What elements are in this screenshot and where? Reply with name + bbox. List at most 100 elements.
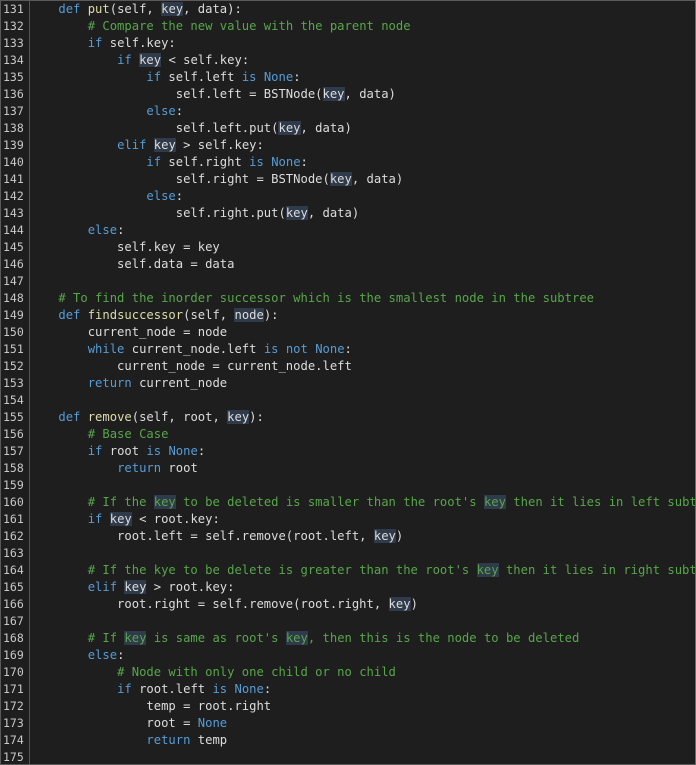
code-line[interactable]: 142 else: xyxy=(1,188,695,205)
code-keyword: is xyxy=(241,70,257,84)
line-number: 137 xyxy=(3,104,24,118)
line-number: 140 xyxy=(3,155,24,169)
code-keyword: None xyxy=(263,70,294,84)
code-line[interactable]: 172 temp = root.right xyxy=(1,698,695,715)
code-keyword: elif xyxy=(87,580,118,594)
line-number: 147 xyxy=(3,274,24,288)
code-token: : xyxy=(175,104,184,118)
code-line[interactable]: 171 if root.left is None: xyxy=(1,681,695,698)
code-text: current_node = node xyxy=(29,324,227,341)
code-line[interactable]: 136 self.left = BSTNode(key, data) xyxy=(1,86,695,103)
code-line[interactable]: 157 if root is None: xyxy=(1,443,695,460)
code-comment: # Compare the new value with the parent … xyxy=(87,19,411,33)
code-line[interactable]: 168 # If key is same as root's key, then… xyxy=(1,630,695,647)
code-line[interactable]: 131 def put(self, key, data): xyxy=(1,1,695,18)
code-text: current_node = current_node.left xyxy=(29,358,352,375)
code-token: temp = root.right xyxy=(29,699,272,713)
code-line[interactable]: 174 return temp xyxy=(1,732,695,749)
code-function-name: remove xyxy=(87,410,132,424)
code-token: self.left xyxy=(161,70,242,84)
code-token: root.right = self.remove(root.right, xyxy=(29,597,389,611)
code-token: , data): xyxy=(183,2,242,16)
code-line[interactable]: 150 current_node = node xyxy=(1,324,695,341)
line-number: 164 xyxy=(3,563,24,577)
code-text: def remove(self, root, key): xyxy=(29,409,264,426)
code-line[interactable]: 146 self.data = data xyxy=(1,256,695,273)
line-number: 144 xyxy=(3,223,24,237)
code-line[interactable]: 169 else: xyxy=(1,647,695,664)
code-line[interactable]: 132 # Compare the new value with the par… xyxy=(1,18,695,35)
code-line[interactable]: 163 xyxy=(1,545,695,562)
code-line[interactable]: 153 return current_node xyxy=(1,375,695,392)
code-text: if self.right is None: xyxy=(29,154,308,171)
code-token: key xyxy=(161,2,184,16)
code-text: self.right.put(key, data) xyxy=(29,205,359,222)
code-line[interactable]: 141 self.right = BSTNode(key, data) xyxy=(1,171,695,188)
code-token: (self, xyxy=(183,308,235,322)
code-line[interactable]: 167 xyxy=(1,613,695,630)
code-line[interactable]: 158 return root xyxy=(1,460,695,477)
code-text: elif key > self.key: xyxy=(29,137,264,154)
code-line[interactable]: 159 xyxy=(1,477,695,494)
code-keyword: else xyxy=(87,648,118,662)
code-line[interactable]: 147 xyxy=(1,273,695,290)
code-line[interactable]: 140 if self.right is None: xyxy=(1,154,695,171)
code-text: # If the kye to be delete is greater tha… xyxy=(29,562,695,579)
code-line[interactable]: 164 # If the kye to be delete is greater… xyxy=(1,562,695,579)
code-line[interactable]: 135 if self.left is None: xyxy=(1,69,695,86)
line-number: 139 xyxy=(3,138,24,152)
code-token: : xyxy=(300,155,308,169)
line-number: 156 xyxy=(3,427,24,441)
code-token: : xyxy=(175,189,184,203)
code-line[interactable]: 144 else: xyxy=(1,222,695,239)
code-token: (self, root, xyxy=(131,410,228,424)
code-line[interactable]: 170 # Node with only one child or no chi… xyxy=(1,664,695,681)
code-line[interactable]: 143 self.right.put(key, data) xyxy=(1,205,695,222)
code-line[interactable]: 166 root.right = self.remove(root.right,… xyxy=(1,596,695,613)
code-keyword: if xyxy=(146,155,162,169)
code-keyword: if xyxy=(87,444,103,458)
code-line[interactable]: 134 if key < self.key: xyxy=(1,52,695,69)
code-line[interactable]: 138 self.left.put(key, data) xyxy=(1,120,695,137)
code-keyword: None xyxy=(234,682,264,696)
code-line[interactable]: 139 elif key > self.key: xyxy=(1,137,695,154)
line-number: 145 xyxy=(3,240,24,254)
code-token: self.left = BSTNode( xyxy=(29,87,323,101)
code-text: def put(self, key, data): xyxy=(29,1,242,18)
code-line[interactable]: 145 self.key = key xyxy=(1,239,695,256)
code-line[interactable]: 148 # To find the inorder successor whic… xyxy=(1,290,695,307)
code-line[interactable]: 156 # Base Case xyxy=(1,426,695,443)
code-line[interactable]: 152 current_node = current_node.left xyxy=(1,358,695,375)
code-line[interactable]: 155 def remove(self, root, key): xyxy=(1,409,695,426)
code-text: return temp xyxy=(29,732,227,749)
code-line[interactable]: 160 # If the key to be deleted is smalle… xyxy=(1,494,695,511)
code-line[interactable]: 165 elif key > root.key: xyxy=(1,579,695,596)
code-line[interactable]: 173 root = None xyxy=(1,715,695,732)
code-line[interactable]: 154 xyxy=(1,392,695,409)
code-line[interactable]: 137 else: xyxy=(1,103,695,120)
line-number: 135 xyxy=(3,70,24,84)
code-line[interactable]: 175 xyxy=(1,749,695,764)
code-keyword: def xyxy=(58,2,81,16)
code-token: root xyxy=(161,461,198,475)
code-editor[interactable]: 131 def put(self, key, data): 132 # Compa… xyxy=(0,0,696,765)
line-number: 151 xyxy=(3,342,24,356)
code-line[interactable]: 149 def findsuccessor(self, node): xyxy=(1,307,695,324)
code-line[interactable]: 161 if key < root.key: xyxy=(1,511,695,528)
code-text: while current_node.left is not None: xyxy=(29,341,352,358)
line-number: 133 xyxy=(3,36,24,50)
code-line[interactable]: 133 if self.key: xyxy=(1,35,695,52)
line-number: 167 xyxy=(3,614,24,628)
line-number: 168 xyxy=(3,631,24,645)
code-line[interactable]: 151 while current_node.left is not None: xyxy=(1,341,695,358)
code-line[interactable]: 162 root.left = self.remove(root.left, k… xyxy=(1,528,695,545)
code-token: , data) xyxy=(351,172,404,186)
